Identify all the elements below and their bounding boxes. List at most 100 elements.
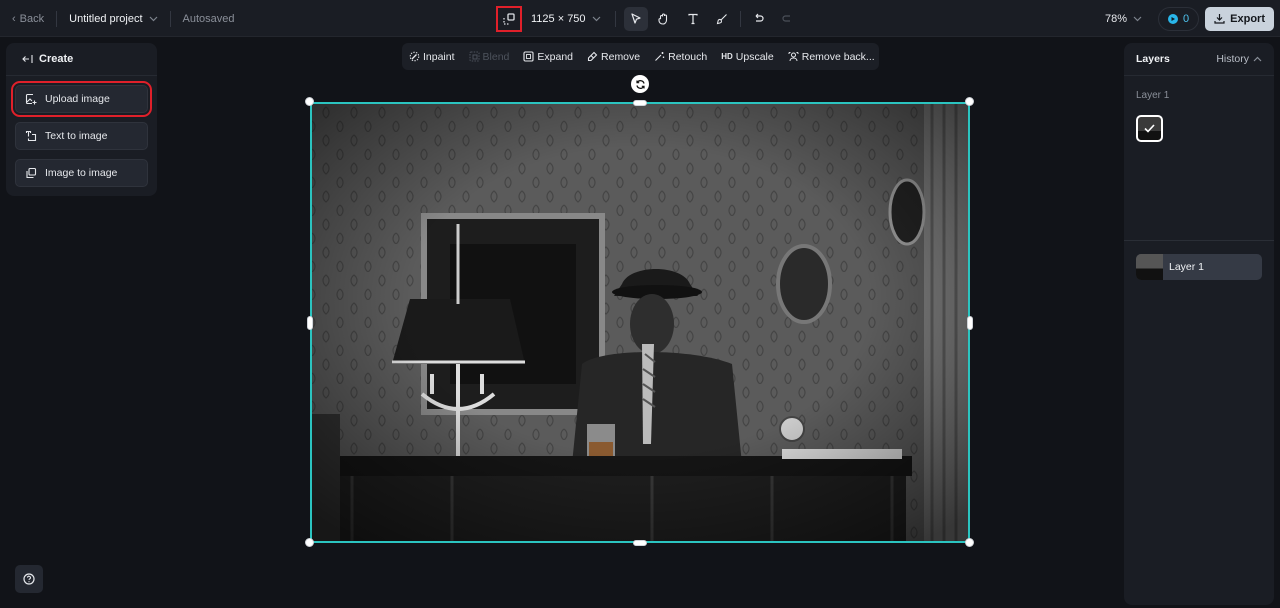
ai-tools-toolbar: Inpaint Blend Expand Remove Retouch HD U… — [402, 43, 879, 70]
expand-icon — [523, 51, 534, 62]
divider — [56, 10, 58, 27]
blend-button[interactable]: Blend — [469, 50, 510, 63]
upload-image-icon — [25, 93, 37, 105]
text-to-image-label: Text to image — [45, 130, 108, 142]
history-thumbnail[interactable] — [1136, 115, 1163, 142]
history-toggle[interactable]: History — [1216, 53, 1262, 65]
canvas-size-dropdown[interactable]: 1125 × 750 — [531, 13, 601, 25]
chevron-up-icon — [1253, 56, 1262, 62]
rotate-icon — [635, 79, 645, 89]
back-button[interactable]: ‹ Back — [12, 13, 44, 25]
layers-tab[interactable]: Layers — [1136, 53, 1170, 65]
text-tool[interactable] — [681, 7, 705, 31]
project-name: Untitled project — [69, 12, 143, 25]
resize-canvas-button[interactable] — [496, 5, 522, 32]
check-icon — [1144, 124, 1155, 133]
upload-image-button[interactable]: Upload image — [11, 81, 152, 117]
hand-tool[interactable] — [652, 7, 676, 31]
upscale-label: Upscale — [735, 50, 774, 63]
blend-icon — [469, 51, 480, 62]
eraser-icon — [587, 51, 598, 62]
top-bar: ‹ Back Untitled project Autosaved 1125 ×… — [0, 0, 1280, 37]
credits-badge[interactable]: 0 — [1158, 6, 1200, 31]
zoom-level: 78% — [1105, 12, 1128, 25]
brush-tool[interactable] — [710, 7, 734, 31]
inpaint-icon — [409, 51, 420, 62]
history-label: History — [1216, 53, 1249, 65]
resize-handle-bottom-right[interactable] — [965, 538, 974, 547]
inpaint-label: Inpaint — [423, 50, 455, 63]
layer-item[interactable]: Layer 1 — [1136, 254, 1262, 280]
chevron-down-icon — [1133, 16, 1142, 21]
export-button[interactable]: Export — [1205, 6, 1274, 31]
expand-label: Expand — [537, 50, 574, 63]
rotate-handle[interactable] — [631, 75, 649, 93]
credits-count: 0 — [1183, 12, 1190, 25]
help-icon — [23, 573, 35, 585]
resize-handle-bottom[interactable] — [633, 540, 647, 546]
blend-label: Blend — [482, 50, 510, 63]
layer-label: Layer 1 — [1169, 261, 1205, 273]
resize-handle-top-right[interactable] — [965, 97, 974, 106]
redo-icon — [781, 14, 790, 22]
divider — [614, 10, 616, 27]
resize-handle-left[interactable] — [307, 316, 313, 330]
hd-icon: HD — [721, 52, 733, 61]
upload-image-label: Upload image — [45, 93, 110, 105]
text-icon — [687, 13, 698, 24]
divider — [1124, 240, 1274, 241]
create-panel: Create Upload image Text to image Image … — [6, 43, 157, 196]
expand-button[interactable]: Expand — [523, 51, 573, 63]
redo-button[interactable] — [775, 7, 799, 31]
layers-panel-header: Layers History — [1124, 43, 1274, 76]
chevron-down-icon — [149, 16, 157, 21]
resize-handle-bottom-left[interactable] — [305, 538, 314, 547]
brush-icon — [716, 13, 727, 24]
chevron-down-icon — [592, 16, 600, 21]
remove-background-icon — [788, 52, 799, 62]
zoom-level-dropdown[interactable]: 78% — [1105, 13, 1142, 25]
select-tool[interactable] — [623, 6, 648, 31]
canvas-selection[interactable] — [310, 102, 970, 543]
divider — [169, 10, 171, 27]
pointer-icon — [630, 12, 641, 24]
chevron-left-icon: ‹ — [12, 12, 16, 25]
inpaint-button[interactable]: Inpaint — [409, 51, 455, 63]
canvas-size: 1125 × 750 — [531, 12, 586, 25]
text-to-image-icon — [25, 130, 37, 142]
image-to-image-button[interactable]: Image to image — [15, 159, 148, 187]
back-label: Back — [19, 12, 45, 25]
save-status: Autosaved — [182, 12, 235, 25]
resize-handle-top[interactable] — [633, 100, 647, 106]
retouch-button[interactable]: Retouch — [654, 51, 707, 63]
resize-handle-right[interactable] — [967, 316, 973, 330]
layers-panel: Layers History Layer 1 Layer 1 — [1124, 43, 1274, 605]
divider — [739, 10, 741, 27]
photo-illustration — [312, 104, 968, 541]
project-name-dropdown[interactable]: Untitled project — [69, 13, 157, 25]
history-section-label: Layer 1 — [1136, 90, 1170, 101]
hand-icon — [658, 13, 668, 25]
text-to-image-button[interactable]: Text to image — [15, 122, 148, 150]
canvas-image[interactable] — [312, 104, 968, 541]
resize-icon — [503, 12, 515, 25]
retouch-label: Retouch — [668, 50, 708, 63]
layer-thumbnail — [1136, 254, 1163, 280]
image-to-image-label: Image to image — [45, 167, 118, 179]
remove-background-button[interactable]: Remove back... — [788, 51, 875, 63]
download-icon — [1214, 14, 1225, 24]
credit-icon — [1168, 13, 1179, 24]
remove-label: Remove — [601, 50, 641, 63]
export-label: Export — [1230, 12, 1265, 25]
magic-wand-icon — [655, 52, 665, 61]
help-button[interactable] — [15, 565, 43, 593]
undo-icon — [755, 13, 764, 22]
upscale-button[interactable]: HD Upscale — [721, 51, 774, 63]
remove-button[interactable]: Remove — [587, 51, 640, 63]
resize-handle-top-left[interactable] — [305, 97, 314, 106]
undo-button[interactable] — [747, 7, 771, 31]
remove-background-label: Remove back... — [801, 50, 875, 63]
image-to-image-icon — [26, 167, 37, 179]
create-panel-header[interactable]: Create — [6, 43, 157, 76]
create-panel-title: Create — [39, 53, 74, 65]
